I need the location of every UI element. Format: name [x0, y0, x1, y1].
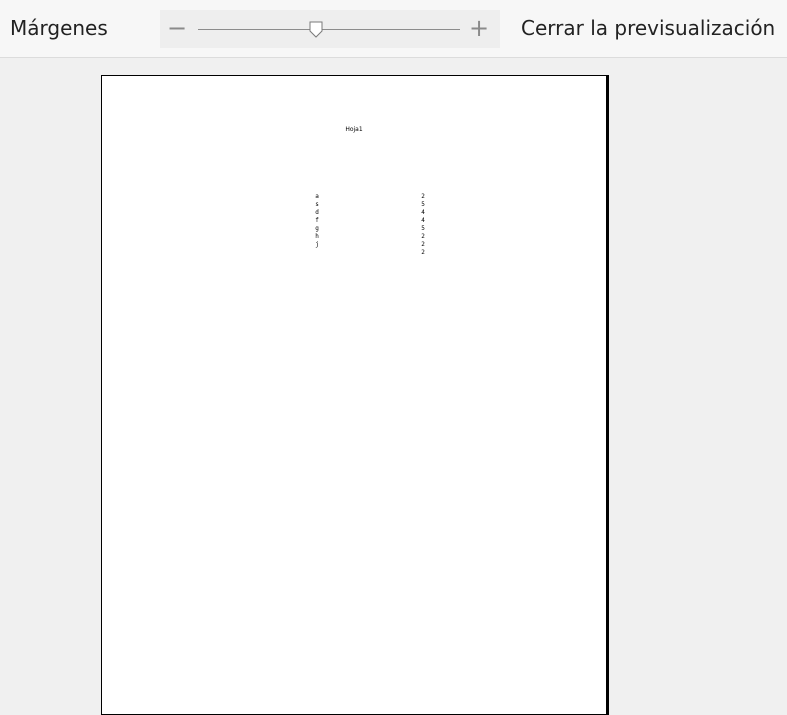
cell-value: f: [315, 217, 319, 224]
column-b-values: 25445222: [419, 193, 427, 257]
cell-value: a: [315, 193, 319, 200]
preview-toolbar: Márgenes − + Cerrar la previsualización: [0, 0, 787, 58]
cell-value: 2: [421, 193, 425, 200]
close-preview-button[interactable]: Cerrar la previsualización: [521, 16, 775, 40]
cell-value: 2: [421, 241, 425, 248]
cell-value: 2: [421, 249, 425, 256]
zoom-slider-thumb[interactable]: [309, 21, 323, 38]
cell-value: j: [315, 241, 319, 248]
cell-value: s: [315, 201, 319, 208]
slider-thumb-icon: [309, 21, 323, 38]
cell-value: 5: [421, 201, 425, 208]
zoom-in-button[interactable]: +: [469, 15, 489, 41]
zoom-slider-track[interactable]: [198, 21, 460, 38]
cell-value: 5: [421, 225, 425, 232]
cell-value: h: [315, 233, 319, 240]
column-a-values: asdfghj: [313, 193, 321, 249]
zoom-control: − +: [160, 10, 500, 48]
cell-value: 2: [421, 233, 425, 240]
preview-page: Hoja1 asdfghj 25445222: [101, 75, 609, 715]
cell-value: g: [315, 225, 319, 232]
cell-value: 4: [421, 209, 425, 216]
zoom-out-button[interactable]: −: [167, 15, 187, 41]
margins-button[interactable]: Márgenes: [10, 16, 108, 40]
print-preview-area[interactable]: Hoja1 asdfghj 25445222: [0, 58, 787, 715]
cell-value: 4: [421, 217, 425, 224]
page-header: Hoja1: [345, 126, 363, 133]
cell-value: d: [315, 209, 319, 216]
